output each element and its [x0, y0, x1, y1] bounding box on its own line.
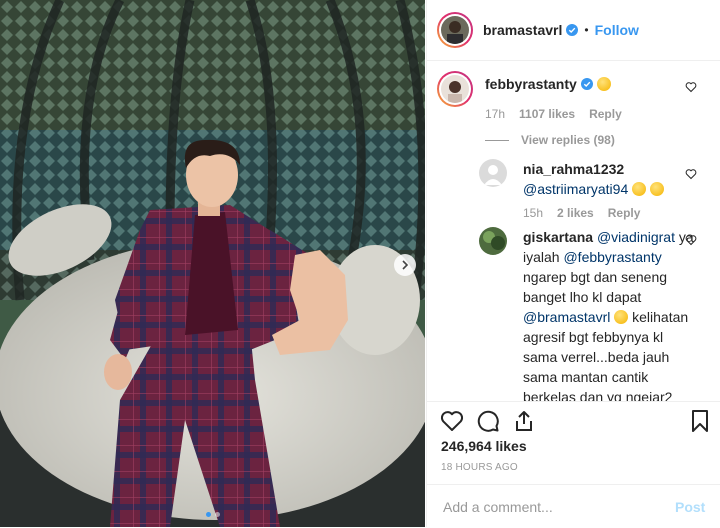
- comment-mention[interactable]: @astriimaryati94: [523, 181, 628, 197]
- comment-meta: 17h 1107 likes Reply: [485, 107, 622, 121]
- comment-text: agresif bgt febbynya kl: [523, 329, 664, 345]
- comment-text: ngarep bgt dan seneng: [523, 269, 668, 285]
- reply-button[interactable]: Reply: [608, 206, 641, 220]
- grimacing-face-icon: [614, 310, 629, 324]
- carousel-dot: [205, 512, 211, 517]
- commenter-avatar[interactable]: [437, 71, 473, 107]
- comment-text: banget lho kl dapat: [523, 289, 642, 305]
- heart-icon[interactable]: [440, 409, 464, 433]
- comment-like-heart-icon[interactable]: [685, 168, 697, 180]
- carousel-dot: [214, 512, 220, 517]
- comment-likes[interactable]: 2 likes: [557, 206, 594, 220]
- comment-username[interactable]: febbyrastanty: [485, 76, 577, 92]
- comments-list: febbyrastanty 17h 1107 likes Reply View …: [427, 61, 720, 401]
- comment-mention[interactable]: @febbyrastanty: [563, 249, 661, 265]
- post-photo: [0, 0, 425, 527]
- carousel-next-button[interactable]: [394, 254, 416, 276]
- comment-icon[interactable]: [476, 409, 500, 433]
- replies-divider: [485, 139, 509, 141]
- comment-text: sama mantan cantik: [523, 369, 649, 385]
- comment-likes[interactable]: 1107 likes: [519, 107, 575, 121]
- bookmark-icon[interactable]: [688, 409, 712, 433]
- comment-text: iyalah: [523, 249, 564, 265]
- comment-time[interactable]: 15h: [523, 206, 543, 220]
- view-replies-label: View replies (98): [521, 133, 615, 147]
- comment-like-heart-icon[interactable]: [685, 81, 697, 93]
- header-separator: •: [584, 23, 589, 37]
- post-header: bramastavrl • Follow: [427, 0, 720, 61]
- verified-badge-icon: [566, 24, 579, 36]
- comment-username[interactable]: nia_rahma1232: [523, 161, 624, 177]
- post-sidebar: bramastavrl • Follow febbyrastanty 17h 1…: [426, 0, 720, 527]
- share-icon[interactable]: [512, 409, 536, 433]
- comment-meta: 15h 2 likes Reply: [523, 206, 640, 220]
- hugging-face-icon: [596, 77, 611, 91]
- comment-body: giskartana @viadinigrat ya iyalah @febby…: [523, 227, 703, 401]
- chevron-right-icon: [402, 260, 409, 270]
- author-username[interactable]: bramastavrl: [483, 22, 562, 38]
- laughing-tears-icon: [632, 182, 647, 196]
- view-replies-button[interactable]: View replies (98): [485, 133, 615, 147]
- comment-text: sama verrel...beda jauh: [523, 349, 670, 365]
- comment-input[interactable]: [441, 497, 665, 516]
- comment-text: kelihatan: [632, 309, 689, 325]
- commenter-avatar[interactable]: [479, 159, 507, 187]
- post-comment-button[interactable]: Post: [675, 499, 705, 515]
- comment-time[interactable]: 17h: [485, 107, 505, 121]
- comment-mention[interactable]: @viadinigrat: [597, 229, 675, 245]
- likes-count[interactable]: 246,964 likes: [441, 438, 527, 454]
- post-timestamp[interactable]: 18 HOURS AGO: [441, 462, 518, 473]
- comment-username[interactable]: giskartana: [523, 229, 593, 245]
- verified-badge-icon: [580, 78, 593, 90]
- author-avatar[interactable]: [437, 12, 473, 48]
- carousel-indicator: [0, 512, 425, 517]
- add-comment-bar: Post: [427, 484, 720, 528]
- photo-illustration: [0, 0, 425, 527]
- reply-button[interactable]: Reply: [589, 107, 622, 121]
- comment-like-heart-icon[interactable]: [685, 234, 697, 246]
- comment-mention[interactable]: @bramastavrl: [523, 309, 610, 325]
- comment-text: berkelas dan yg ngejar2: [523, 389, 673, 401]
- laughing-tears-icon: [650, 182, 665, 196]
- post-actions: 246,964 likes 18 HOURS AGO: [427, 401, 720, 484]
- commenter-avatar[interactable]: [479, 227, 507, 255]
- follow-button[interactable]: Follow: [595, 22, 639, 38]
